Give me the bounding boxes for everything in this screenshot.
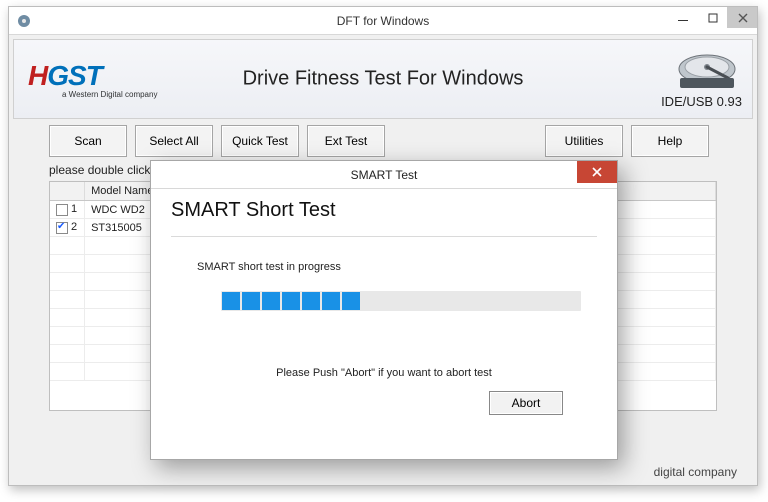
progress-bar [221, 291, 581, 311]
smart-test-dialog: SMART Test SMART Short Test SMART short … [150, 160, 618, 460]
progress-segment [242, 292, 260, 310]
progress-segment [502, 292, 520, 310]
version-text: IDE/USB 0.93 [661, 94, 742, 109]
quick-test-button[interactable]: Quick Test [221, 125, 299, 157]
banner-title: Drive Fitness Test For Windows [243, 68, 524, 91]
modal-heading: SMART Short Test [171, 199, 597, 222]
modal-close-button[interactable] [577, 161, 617, 183]
close-icon [592, 167, 602, 177]
progress-segment [282, 292, 300, 310]
help-button[interactable]: Help [631, 125, 709, 157]
close-button[interactable] [727, 7, 757, 28]
minimize-icon [678, 13, 688, 23]
progress-segment [322, 292, 340, 310]
progress-segment [262, 292, 280, 310]
progress-segment [562, 292, 580, 310]
footer-text: digital company [654, 465, 737, 479]
logo-red-letter: H [28, 60, 47, 91]
scan-button[interactable]: Scan [49, 125, 127, 157]
utilities-button[interactable]: Utilities [545, 125, 623, 157]
maximize-icon [708, 13, 718, 23]
hdd-icon [672, 46, 742, 92]
maximize-button[interactable] [697, 7, 727, 28]
modal-body: SMART Short Test SMART short test in pro… [151, 189, 617, 427]
toolbar: Scan Select All Quick Test Ext Test Util… [9, 119, 757, 157]
progress-segment [302, 292, 320, 310]
row-checkbox[interactable] [56, 222, 68, 234]
progress-segment [462, 292, 480, 310]
modal-button-row: Abort [171, 391, 597, 415]
progress-segment [362, 292, 380, 310]
minimize-button[interactable] [667, 7, 697, 28]
progress-segment [522, 292, 540, 310]
abort-button[interactable]: Abort [489, 391, 563, 415]
ext-test-button[interactable]: Ext Test [307, 125, 385, 157]
modal-title: SMART Test [351, 168, 418, 182]
modal-instruction: Please Push "Abort" if you want to abort… [171, 367, 597, 379]
modal-status: SMART short test in progress [197, 261, 597, 273]
modal-divider [171, 236, 597, 237]
close-icon [738, 13, 748, 23]
app-icon [17, 14, 31, 28]
progress-segment [542, 292, 560, 310]
col-checkbox[interactable] [50, 182, 85, 201]
main-titlebar: DFT for Windows [9, 7, 757, 35]
logo-blue-letters: GST [47, 60, 102, 91]
modal-titlebar: SMART Test [151, 161, 617, 189]
banner-right: IDE/USB 0.93 [642, 46, 742, 114]
row-checkbox[interactable] [56, 204, 68, 216]
window-controls [667, 7, 757, 28]
logo-subtext: a Western Digital company [62, 90, 157, 99]
select-all-button[interactable]: Select All [135, 125, 213, 157]
row-index: 2 [71, 221, 77, 233]
progress-segment [422, 292, 440, 310]
header-banner: HGST a Western Digital company Drive Fit… [13, 39, 753, 119]
progress-segment [402, 292, 420, 310]
progress-segment [442, 292, 460, 310]
progress-segment [342, 292, 360, 310]
row-index: 1 [71, 203, 77, 215]
main-title: DFT for Windows [337, 14, 429, 28]
progress-segment [482, 292, 500, 310]
progress-segment [222, 292, 240, 310]
progress-segment [382, 292, 400, 310]
hgst-logo: HGST a Western Digital company [28, 60, 157, 99]
